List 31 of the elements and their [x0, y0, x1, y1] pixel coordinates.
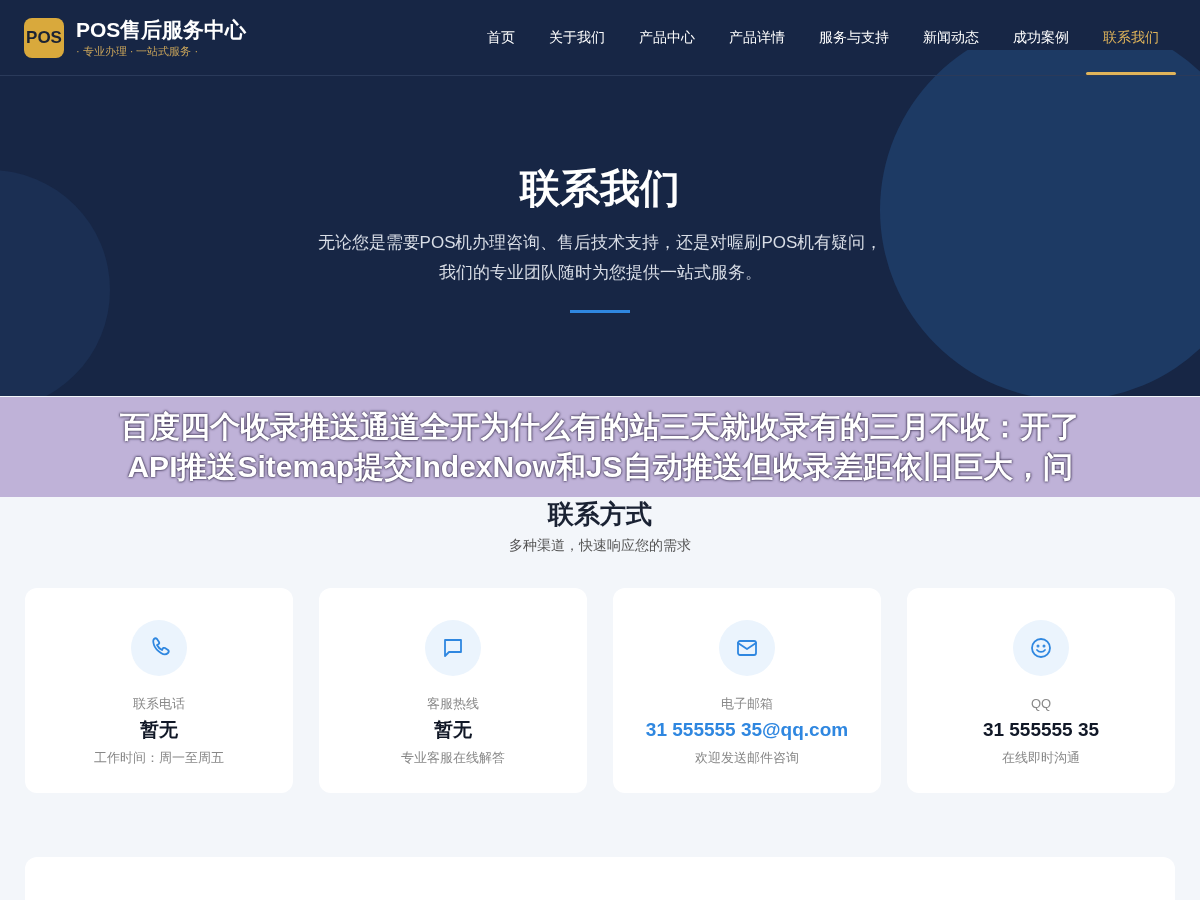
section-subtitle: 多种渠道，快速响应您的需求 [509, 536, 691, 555]
nav-link[interactable]: 新闻动态 [906, 0, 996, 75]
card-value[interactable]: 31 555555 35@qq.com [645, 715, 849, 744]
card-label: 电子邮箱 [721, 695, 773, 713]
logo-badge[interactable]: POS [24, 17, 64, 58]
nav-link[interactable]: 产品详情 [712, 0, 802, 75]
section-title: 联系方式 [548, 498, 652, 531]
card-label: 客服热线 [427, 695, 479, 713]
nav-link[interactable]: 产品中心 [622, 0, 712, 75]
hero-text: 我们的专业团队随时为您提供一站式服务。 [438, 262, 762, 284]
site-name: POS售后服务中心 [76, 16, 247, 43]
card-value: 暂无 [434, 717, 472, 742]
card-note: 专业客服在线解答 [401, 749, 505, 767]
card-label: QQ [1030, 695, 1052, 713]
banner-text: API推送Sitemap提交IndexNow和JS自动推送但收录差距依旧巨大，问 [127, 449, 1073, 485]
banner-text: 百度四个收录推送通道全开为什么有的站三天就收录有的三月不收：开了 [120, 409, 1080, 445]
card-value: 31 555555 35 [982, 717, 1100, 742]
smiley-icon [1028, 635, 1054, 661]
nav-link[interactable]: 联系我们 [1086, 0, 1176, 75]
card-label: 联系电话 [133, 695, 185, 713]
hero-title: 联系我们 [520, 165, 680, 212]
card-note: 在线即时沟通 [1002, 749, 1080, 767]
nav-link[interactable]: 关于我们 [532, 0, 622, 75]
card-value: 暂无 [140, 717, 178, 742]
nav-link[interactable]: 成功案例 [996, 0, 1086, 75]
card-note: 欢迎发送邮件咨询 [695, 749, 799, 767]
nav-link[interactable]: 首页 [470, 0, 532, 75]
nav-link[interactable]: 服务与支持 [802, 0, 906, 75]
tagline: · 专业办理 · 一站式服务 · [76, 43, 200, 59]
card-note: 工作时间：周一至周五 [94, 749, 224, 767]
hero-text: 无论您是需要POS机办理咨询、售后技术支持，还是对喔刷POS机有疑问， [317, 232, 883, 254]
